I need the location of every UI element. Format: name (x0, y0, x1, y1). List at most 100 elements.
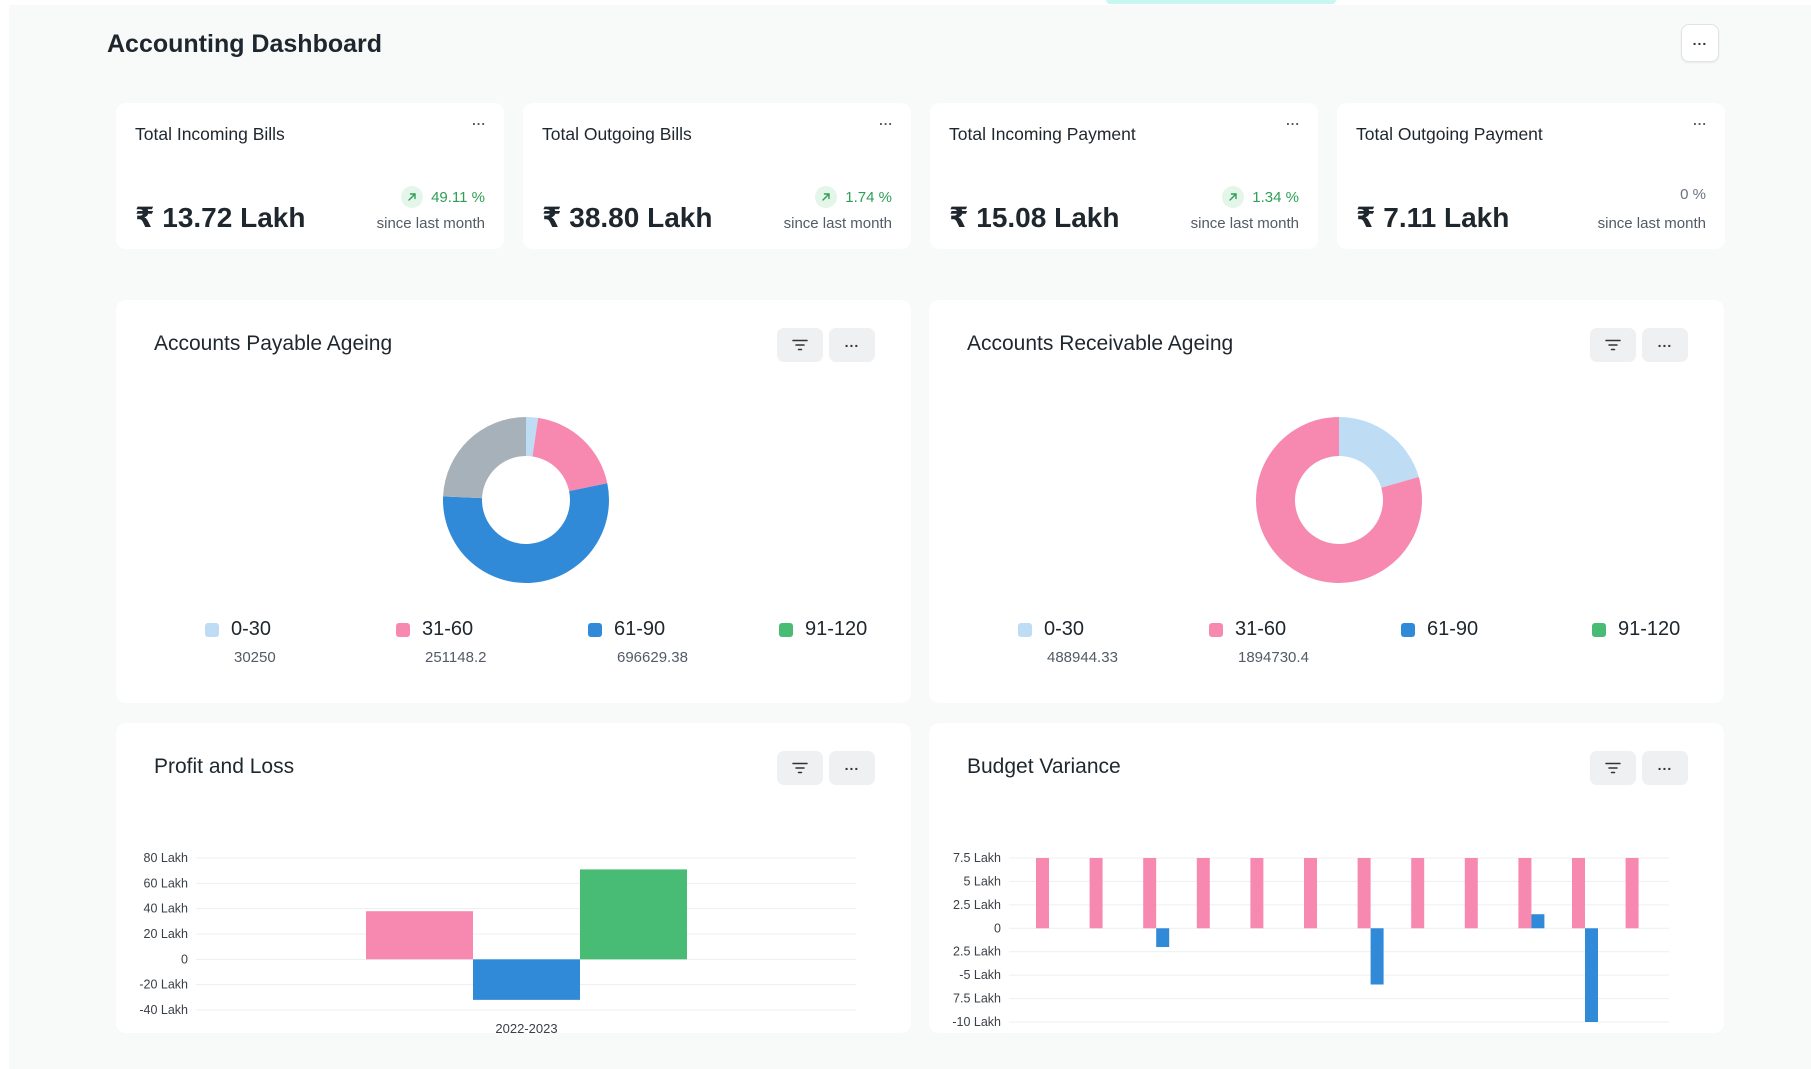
kpi-value: ₹ 7.11 Lakh (1356, 202, 1510, 233)
kpi-title: Total Outgoing Bills (542, 124, 692, 144)
filter-button[interactable] (777, 751, 823, 785)
legend-item-91-120[interactable]: 91-120 (779, 618, 867, 649)
y-tick-label: 7.5 Lakh (953, 992, 1001, 1006)
legend-value: 696629.38 (617, 649, 688, 666)
donut-slice-other[interactable] (443, 417, 526, 499)
donut-slice-0-30[interactable] (1339, 417, 1419, 488)
more-icon[interactable]: ... (1286, 113, 1300, 128)
profit-and-loss-panel: Profit and Loss ... 80 Lakh 60 Lakh 40 Lak… (116, 723, 911, 1033)
y-tick-label: -20 Lakh (139, 978, 188, 992)
panel-title: Profit and Loss (154, 755, 295, 778)
legend-label: 61-90 (1427, 618, 1479, 640)
donut-slice-61-90[interactable] (443, 483, 609, 583)
kpi-value: ₹ 38.80 Lakh (542, 202, 713, 233)
kpi-change: 1.74 % (815, 186, 892, 208)
actual-expense-bar-jun[interactable] (1156, 928, 1170, 948)
trend-up-icon (401, 186, 424, 208)
more-button[interactable]: ... (829, 751, 875, 785)
legend-item-31-60[interactable]: 31-60 1894730.4 (1209, 618, 1309, 666)
budget-bar-sep[interactable] (1304, 858, 1317, 929)
legend-value: 488944.33 (1047, 649, 1118, 666)
legend-item-61-90[interactable]: 61-90 696629.38 (588, 618, 688, 666)
budget-bar-aug[interactable] (1250, 858, 1264, 929)
kpi-change-value: 0 % (1680, 186, 1706, 203)
budget-bar-jul[interactable] (1196, 858, 1210, 929)
kpi-since-label: since last month (1190, 215, 1299, 232)
more-icon[interactable]: ... (879, 113, 893, 128)
legend-label: 31-60 (1235, 618, 1287, 640)
legend-label: 31-60 (422, 618, 474, 640)
more-icon: ... (844, 757, 860, 773)
kpi-since-label: since last month (783, 215, 892, 232)
actual-expense-bar-jan[interactable] (1531, 914, 1545, 929)
filter-button[interactable] (777, 328, 823, 362)
budget-bar-nov[interactable] (1411, 858, 1425, 929)
panel-title: Budget Variance (967, 755, 1121, 778)
kpi-card-outgoing-payment: Total Outgoing Payment ... ₹ 7.11 Lakh 0… (1337, 103, 1725, 249)
legend-item-61-90[interactable]: 61-90 (1401, 618, 1478, 649)
legend-swatch (588, 622, 602, 637)
receivable-donut-chart (1256, 417, 1422, 583)
budget-bar-jan[interactable] (1518, 858, 1532, 929)
y-tick-label: 0 (181, 952, 188, 966)
legend-item-0-30[interactable]: 0-30 488944.33 (1018, 618, 1118, 666)
y-tick-label: 7.5 Lakh (953, 851, 1001, 865)
more-button[interactable]: ... (1642, 751, 1688, 785)
legend-swatch (1018, 622, 1032, 637)
filter-icon (792, 762, 808, 774)
legend-value: 1894730.4 (1238, 649, 1309, 666)
y-tick-label: 60 Lakh (144, 876, 189, 890)
donut-slice-31-60[interactable] (532, 417, 608, 492)
kpi-change-value: 49.11 % (431, 188, 485, 206)
actual-expense-bar-feb[interactable] (1585, 928, 1598, 1022)
legend-item-91-120[interactable]: 91-120 (1592, 618, 1680, 649)
profit-loss-chart: 80 Lakh 60 Lakh 40 Lakh 20 Lakh 0 -20 Lakh -40… (139, 851, 856, 1033)
payable-donut-chart (443, 417, 609, 583)
bar-net-profit-loss[interactable] (580, 869, 687, 960)
accounts-receivable-ageing-panel: Accounts Receivable Ageing ... 0-30 4889… (929, 300, 1724, 703)
filter-button[interactable] (1590, 328, 1636, 362)
kpi-card-incoming-payment: Total Incoming Payment ... ₹ 15.08 Lakh … (930, 103, 1318, 249)
bar-income[interactable] (366, 911, 473, 960)
legend-swatch (1209, 622, 1223, 637)
budget-variance-panel: Budget Variance ... 7.5 Lakh 5 Lakh 2.5 La… (929, 723, 1724, 1033)
actual-expense-bar-oct[interactable] (1370, 928, 1384, 985)
budget-variance-chart: 7.5 Lakh 5 Lakh 2.5 Lakh 0 2.5 Lakh -5 Lakh 7.… (952, 851, 1669, 1029)
more-button[interactable]: ... (1642, 328, 1688, 362)
x-tick-label: 2022-2023 (495, 1021, 557, 1033)
kpi-since-label: since last month (1597, 215, 1706, 232)
legend-swatch (396, 622, 410, 637)
legend-label: 0-30 (1044, 618, 1085, 640)
budget-bar-feb[interactable] (1572, 858, 1585, 929)
y-tick-label: -40 Lakh (139, 1003, 188, 1017)
filter-icon (1605, 762, 1621, 774)
page-menu-button[interactable]: ... (1681, 24, 1719, 62)
more-icon[interactable]: ... (1693, 113, 1707, 128)
budget-bar-dec[interactable] (1464, 858, 1478, 929)
budget-bar-may[interactable] (1089, 858, 1103, 929)
filter-icon (792, 339, 808, 351)
accounts-payable-ageing-panel: Accounts Payable Ageing ... 0-30 30250 3… (116, 300, 911, 703)
legend-item-31-60[interactable]: 31-60 251148.2 (396, 618, 486, 666)
budget-bar-jun[interactable] (1143, 858, 1157, 929)
more-icon: ... (1657, 757, 1673, 773)
more-button[interactable]: ... (829, 328, 875, 362)
kpi-since-label: since last month (376, 215, 485, 232)
kpi-value: ₹ 15.08 Lakh (949, 202, 1120, 233)
kpi-value: ₹ 13.72 Lakh (135, 202, 306, 233)
bar-expense[interactable] (473, 959, 580, 1000)
y-tick-label: 20 Lakh (144, 927, 189, 941)
filter-button[interactable] (1590, 751, 1636, 785)
page-title: Accounting Dashboard (107, 30, 383, 58)
more-icon[interactable]: ... (472, 113, 486, 128)
budget-bar-mar[interactable] (1625, 858, 1639, 929)
legend-swatch (1401, 622, 1415, 637)
legend-label: 0-30 (231, 618, 272, 640)
legend-label: 91-120 (805, 618, 868, 640)
legend-value: 251148.2 (425, 649, 487, 666)
legend-item-0-30[interactable]: 0-30 30250 (205, 618, 276, 666)
y-tick-label: -10 Lakh (952, 1015, 1001, 1029)
budget-bar-oct[interactable] (1357, 858, 1371, 929)
budget-bar-apr[interactable] (1036, 858, 1049, 929)
y-tick-label: 5 Lakh (963, 874, 1001, 888)
